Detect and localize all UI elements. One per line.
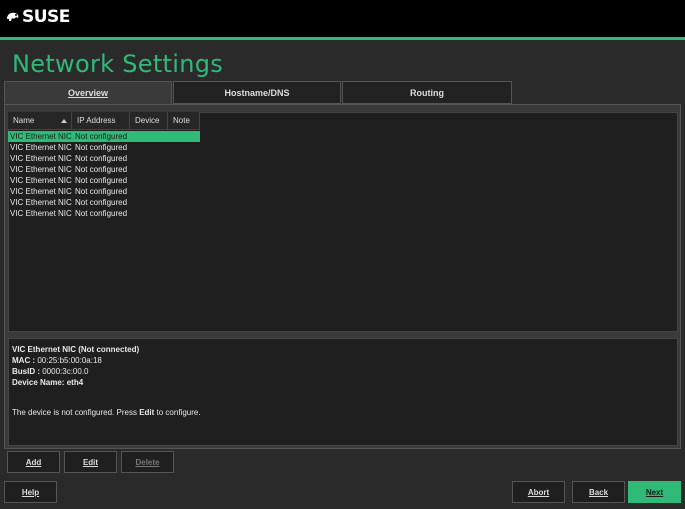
mac-label: MAC :: [12, 356, 36, 365]
sort-ascending-icon: [61, 119, 67, 123]
add-button[interactable]: Add: [7, 451, 60, 473]
table-row[interactable]: VIC Ethernet NIC Not configured: [8, 175, 200, 186]
delete-button[interactable]: Delete: [121, 451, 174, 473]
cell-name: VIC Ethernet NIC: [10, 132, 72, 141]
next-button[interactable]: Next: [628, 481, 681, 503]
cell-ip-address: Not configured: [75, 132, 128, 141]
details-heading: VIC Ethernet NIC (Not connected): [12, 345, 140, 354]
abort-button[interactable]: Abort: [512, 481, 565, 503]
table-row[interactable]: VIC Ethernet NIC Not configured: [8, 186, 200, 197]
cell-name: VIC Ethernet NIC: [10, 198, 72, 207]
device-details-pane: VIC Ethernet NIC (Not connected) MAC : 0…: [8, 338, 678, 446]
table-row[interactable]: VIC Ethernet NIC Not configured: [8, 142, 200, 153]
cell-name: VIC Ethernet NIC: [10, 187, 72, 196]
tab-routing[interactable]: Routing: [342, 81, 512, 104]
tab-label: Routing: [410, 87, 444, 98]
table-row[interactable]: VIC Ethernet NIC Not configured: [8, 164, 200, 175]
cell-ip-address: Not configured: [75, 209, 128, 218]
logo-text: SUSE: [22, 7, 70, 27]
table-row[interactable]: VIC Ethernet NIC Not configured: [8, 208, 200, 219]
tab-hostname-dns[interactable]: Hostname/DNS: [173, 81, 341, 104]
back-button[interactable]: Back: [572, 481, 625, 503]
table-row[interactable]: VIC Ethernet NIC Not configured: [8, 197, 200, 208]
page-title: Network Settings: [12, 50, 224, 78]
cell-ip-address: Not configured: [75, 165, 128, 174]
cell-ip-address: Not configured: [75, 198, 128, 207]
edit-button[interactable]: Edit: [64, 451, 117, 473]
tab-overview[interactable]: Overview: [4, 81, 172, 104]
cell-name: VIC Ethernet NIC: [10, 209, 72, 218]
busid-value: 0000:3c:00.0: [42, 367, 89, 376]
busid-label: BusID :: [12, 367, 40, 376]
tab-bar: Overview Hostname/DNS Routing: [4, 81, 513, 104]
tab-label: Overview: [67, 87, 109, 98]
edit-hint: Edit: [139, 408, 155, 417]
cell-ip-address: Not configured: [75, 176, 128, 185]
column-header-note[interactable]: Note: [168, 112, 200, 130]
column-header-name[interactable]: Name: [8, 112, 72, 130]
cell-name: VIC Ethernet NIC: [10, 154, 72, 163]
mac-value: 00:25:b5:00:0a:18: [37, 356, 102, 365]
cell-name: VIC Ethernet NIC: [10, 165, 72, 174]
cell-ip-address: Not configured: [75, 143, 128, 152]
device-name-label: Device Name:: [12, 378, 65, 387]
tab-label: Hostname/DNS: [224, 87, 290, 98]
top-bar: SUSE: [0, 0, 685, 37]
table-row[interactable]: VIC Ethernet NIC Not configured: [8, 131, 200, 142]
accent-line: [0, 37, 685, 40]
help-button[interactable]: Help: [4, 481, 57, 503]
configure-hint: The device is not configured. Press Edit…: [12, 408, 201, 417]
chameleon-icon: [7, 12, 19, 21]
cell-ip-address: Not configured: [75, 187, 128, 196]
cell-name: VIC Ethernet NIC: [10, 176, 72, 185]
column-header-device[interactable]: Device: [130, 112, 168, 130]
table-row[interactable]: VIC Ethernet NIC Not configured: [8, 153, 200, 164]
table-body: VIC Ethernet NIC Not configured VIC Ethe…: [8, 131, 200, 219]
table-header: Name IP Address Device Note: [8, 112, 200, 130]
suse-logo: SUSE: [6, 5, 70, 29]
device-name-value: eth4: [66, 378, 84, 387]
cell-name: VIC Ethernet NIC: [10, 143, 72, 152]
column-header-ip-address[interactable]: IP Address: [72, 112, 130, 130]
cell-ip-address: Not configured: [75, 154, 128, 163]
